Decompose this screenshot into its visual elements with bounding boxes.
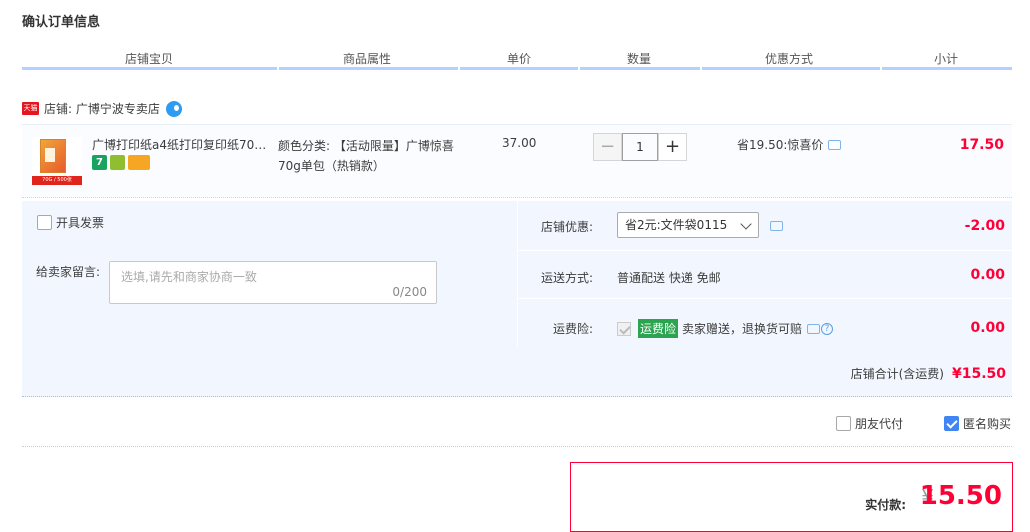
col-header-qty: 数量 — [626, 52, 651, 66]
col-header-price: 单价 — [506, 52, 531, 66]
quantity-stepper: − 1 + — [593, 133, 687, 161]
payment-total: 15.50 — [919, 481, 1002, 511]
insurance-message-icon[interactable] — [807, 323, 821, 334]
shop-coupon-select[interactable]: 省2元:文件袋0115 — [617, 212, 759, 238]
invoice-option[interactable]: 开具发票 — [37, 214, 104, 231]
product-image[interactable]: 70G / 500张 — [32, 137, 82, 185]
shop-total: 店铺合计(含运费) ¥15.50 — [851, 365, 1006, 382]
seller-message-input[interactable]: 选填,请先和商家协商一致 0/200 — [109, 261, 437, 304]
seven-day-return-icon[interactable]: 7 — [92, 155, 107, 170]
friend-pay-checkbox[interactable] — [836, 416, 851, 431]
insurance-tag: 运费险 — [638, 319, 679, 338]
page-title: 确认订单信息 — [22, 15, 101, 30]
friend-pay-option[interactable]: 朋友代付 — [836, 415, 903, 432]
payment-label: 实付款: — [865, 498, 906, 512]
promotion-info: 省19.50:惊喜价 — [737, 136, 842, 153]
table-header: 店铺宝贝 商品属性 单价 数量 优惠方式 小计 — [22, 48, 1012, 70]
shop-header: 天猫 店铺: 广博宁波专卖店 — [22, 100, 182, 117]
shop-coupon-amount: -2.00 — [964, 218, 1005, 234]
col-header-promo: 优惠方式 — [764, 52, 813, 66]
quantity-input[interactable]: 1 — [622, 133, 658, 161]
insurance-amount: 0.00 — [970, 320, 1005, 336]
qty-increase-button[interactable]: + — [658, 133, 687, 161]
message-placeholder: 选填,请先和商家协商一致 — [121, 270, 257, 284]
chevron-down-icon — [740, 218, 752, 230]
promotion-text: 省19.50:惊喜价 — [737, 138, 824, 152]
col-header-item: 店铺宝贝 — [124, 52, 173, 66]
service-badges: 7 — [92, 155, 150, 170]
message-icon[interactable] — [828, 139, 842, 150]
product-image-strip: 70G / 500张 — [32, 176, 82, 185]
shop-coupon-label: 店铺优惠: — [541, 220, 594, 234]
unit-price: 37.00 — [502, 136, 537, 150]
anonymous-option[interactable]: 匿名购买 — [944, 415, 1011, 432]
insurance-checkbox — [617, 321, 631, 336]
insurance-label: 运费险: — [553, 322, 594, 336]
shop-name[interactable]: 店铺: 广博宁波专卖店 — [44, 100, 160, 117]
shop-total-label: 店铺合计(含运费) — [850, 367, 944, 381]
order-item-row: 70G / 500张 广博打印纸a4纸打印复印纸70g... 7 颜色分类: 【… — [22, 124, 1012, 198]
qty-decrease-button[interactable]: − — [593, 133, 622, 161]
anonymous-label: 匿名购买 — [963, 417, 1012, 431]
guarantee-icon[interactable] — [110, 155, 125, 170]
insurance-text: 卖家赠送，退换货可赔 — [682, 322, 803, 336]
credit-card-icon[interactable] — [128, 155, 150, 170]
invoice-checkbox[interactable] — [37, 215, 52, 230]
product-title[interactable]: 广博打印纸a4纸打印复印纸70g... — [92, 136, 272, 153]
product-attributes: 颜色分类: 【活动限量】广博惊喜70g单包（热销款） — [278, 139, 454, 173]
shop-coupon-value: 省2元:文件袋0115 — [625, 218, 728, 232]
message-label: 给卖家留言: — [36, 265, 101, 279]
col-header-attr: 商品属性 — [342, 52, 391, 66]
message-char-count: 0/200 — [392, 285, 427, 299]
wangwang-chat-icon[interactable] — [165, 100, 182, 117]
invoice-label: 开具发票 — [56, 216, 105, 230]
help-icon[interactable]: ? — [821, 322, 834, 335]
coupon-message-icon[interactable] — [770, 221, 783, 231]
shipping-label: 运送方式: — [541, 271, 594, 285]
anonymous-checkbox[interactable] — [944, 416, 959, 431]
shipping-method: 普通配送 快递 免邮 — [617, 271, 721, 285]
shipping-amount: 0.00 — [970, 267, 1005, 283]
insurance-row: 运费险 卖家赠送，退换货可赔 ? — [617, 319, 834, 338]
item-subtotal: 17.50 — [959, 137, 1004, 153]
payment-options: 朋友代付 匿名购买 — [22, 403, 1012, 447]
col-header-subtotal: 小计 — [933, 52, 958, 66]
payment-summary: 实付款: ¥ 15.50 — [570, 462, 1013, 532]
product-box-graphic — [40, 139, 66, 173]
tmall-icon: 天猫 — [22, 102, 39, 115]
shop-total-amount: ¥15.50 — [951, 366, 1006, 382]
order-options-panel: 开具发票 给卖家留言: 选填,请先和商家协商一致 0/200 店铺优惠: 省2元… — [22, 201, 1013, 397]
friend-pay-label: 朋友代付 — [855, 417, 904, 431]
